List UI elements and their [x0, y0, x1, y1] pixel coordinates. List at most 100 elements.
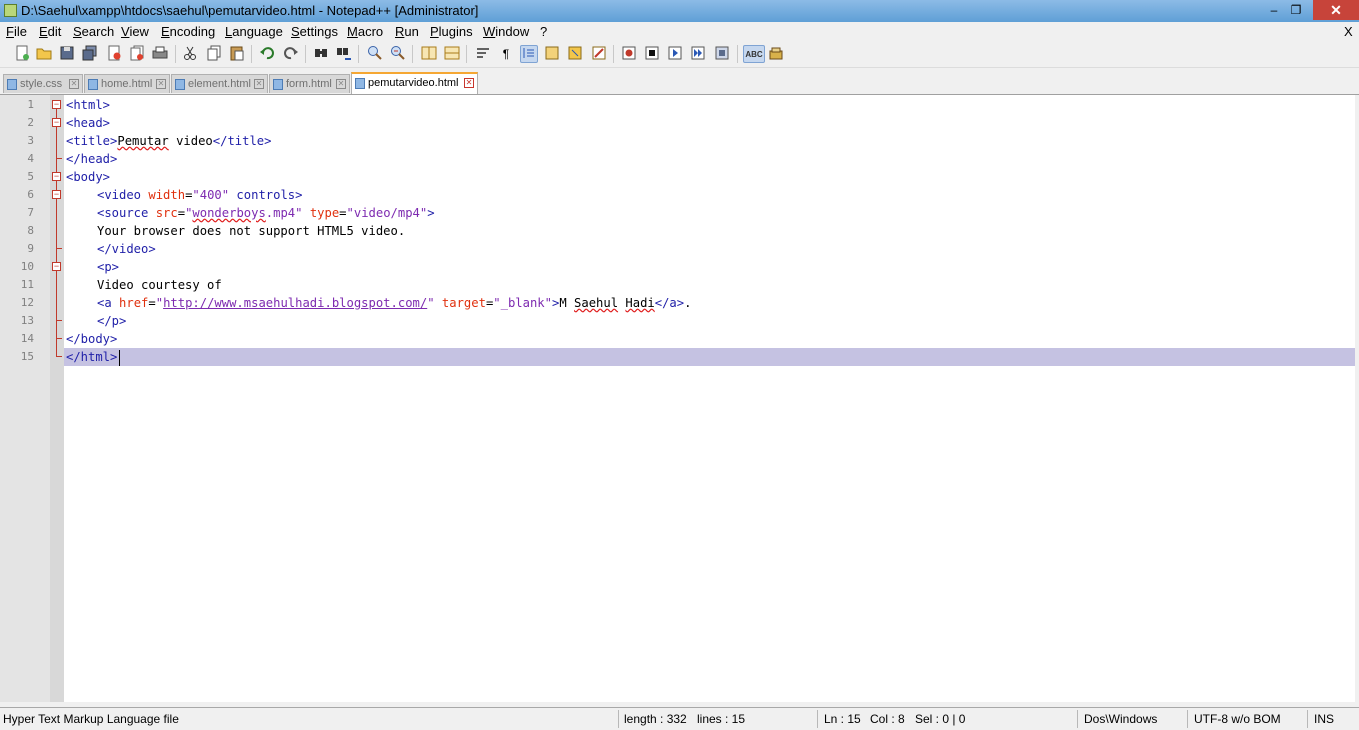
fold-minus-icon[interactable]: − — [52, 262, 61, 271]
close-icon[interactable] — [105, 45, 123, 63]
menu-help[interactable]: ? — [540, 24, 547, 39]
sync-horizontal-icon[interactable] — [443, 45, 461, 63]
line-number-gutter: 1 2 3 4 5 6 7 8 9 10 11 12 13 14 15 — [0, 95, 50, 702]
close-document-button[interactable]: X — [1344, 24, 1353, 39]
function-list-icon[interactable] — [566, 45, 584, 63]
tab-label: form.html — [286, 78, 332, 90]
tab-style-css[interactable]: style.css ✕ — [3, 74, 83, 93]
tab-element-html[interactable]: element.html ✕ — [171, 74, 268, 93]
file-icon — [88, 79, 98, 90]
menu-macro[interactable]: Macro — [347, 24, 383, 39]
code-line: <title>Pemutar video</title> — [66, 134, 272, 148]
code-line: <a href="http://www.msaehulhadi.blogspot… — [97, 296, 692, 310]
menu-encoding[interactable]: Encoding — [161, 24, 215, 39]
tab-label: style.css — [20, 78, 63, 90]
status-file-type: Hyper Text Markup Language file — [3, 712, 179, 726]
status-insert-mode[interactable]: INS — [1314, 712, 1334, 726]
code-line: <video width="400" controls> — [97, 188, 303, 202]
document-tab-bar: style.css ✕ home.html ✕ element.html ✕ f… — [0, 72, 1359, 95]
fold-minus-icon[interactable]: − — [52, 100, 61, 109]
zoom-in-icon[interactable] — [366, 45, 384, 63]
status-selection: Sel : 0 | 0 — [915, 712, 966, 726]
save-all-icon[interactable] — [81, 45, 99, 63]
save-icon[interactable] — [58, 45, 76, 63]
tab-pemutarvideo-html[interactable]: pemutarvideo.html ✕ — [351, 72, 478, 94]
spell-check-icon[interactable]: ABC — [743, 45, 765, 63]
stop-record-icon[interactable] — [643, 45, 661, 63]
undo-icon[interactable] — [258, 45, 276, 63]
file-icon — [175, 79, 185, 90]
maximize-button[interactable]: ❐ — [1282, 0, 1310, 20]
tab-close-icon[interactable]: ✕ — [156, 79, 166, 89]
tab-form-html[interactable]: form.html ✕ — [269, 74, 350, 93]
file-icon — [7, 79, 17, 90]
toolbar: ¶ ABC — [0, 41, 1359, 68]
tab-close-icon[interactable]: ✕ — [464, 78, 474, 88]
title-bar: D:\Saehul\xampp\htdocs\saehul\pemutarvid… — [0, 0, 1359, 22]
tab-home-html[interactable]: home.html ✕ — [84, 74, 170, 93]
tab-close-icon[interactable]: ✕ — [69, 79, 79, 89]
doc-map-icon[interactable] — [543, 45, 561, 63]
menu-search[interactable]: Search — [73, 24, 114, 39]
editor[interactable]: 1 2 3 4 5 6 7 8 9 10 11 12 13 14 15 − − … — [0, 95, 1359, 702]
cut-icon[interactable] — [181, 45, 199, 63]
menu-plugins[interactable]: Plugins — [430, 24, 473, 39]
replace-icon[interactable] — [335, 45, 353, 63]
code-line: <p> — [97, 260, 120, 274]
menu-window[interactable]: Window — [483, 24, 529, 39]
show-all-chars-icon[interactable]: ¶ — [497, 45, 515, 63]
line-number: 3 — [27, 134, 34, 147]
close-window-button[interactable]: ✕ — [1313, 0, 1359, 20]
menu-view[interactable]: View — [121, 24, 149, 39]
open-file-icon[interactable] — [35, 45, 53, 63]
menu-file[interactable]: File — [6, 24, 27, 39]
menu-run[interactable]: Run — [395, 24, 419, 39]
zoom-out-icon[interactable] — [389, 45, 407, 63]
line-number: 15 — [20, 350, 34, 363]
play-macro-icon[interactable] — [666, 45, 684, 63]
line-number: 11 — [20, 278, 34, 291]
redo-icon[interactable] — [282, 45, 300, 63]
line-number: 13 — [20, 314, 34, 327]
status-line: Ln : 15 — [824, 712, 861, 726]
line-number: 1 — [27, 98, 34, 111]
save-macro-icon[interactable] — [713, 45, 731, 63]
status-eol-format[interactable]: Dos\Windows — [1084, 712, 1157, 726]
menu-edit[interactable]: Edit — [39, 24, 61, 39]
status-bar: Hyper Text Markup Language file length :… — [0, 707, 1359, 730]
find-icon[interactable] — [312, 45, 330, 63]
code-line: </p> — [97, 314, 127, 328]
indent-guide-icon[interactable] — [520, 45, 538, 63]
status-encoding[interactable]: UTF-8 w/o BOM — [1194, 712, 1281, 726]
print-icon[interactable] — [151, 45, 169, 63]
line-number: 12 — [20, 296, 34, 309]
line-number: 6 — [27, 188, 34, 201]
folder-workspace-icon[interactable] — [590, 45, 608, 63]
sync-vertical-icon[interactable] — [420, 45, 438, 63]
menu-settings[interactable]: Settings — [291, 24, 338, 39]
href-link[interactable]: http://www.msaehulhadi.blogspot.com/ — [163, 296, 427, 310]
word-wrap-icon[interactable] — [474, 45, 492, 63]
window-title: D:\Saehul\xampp\htdocs\saehul\pemutarvid… — [21, 3, 479, 18]
code-line: Your browser does not support HTML5 vide… — [97, 224, 406, 238]
tab-close-icon[interactable]: ✕ — [336, 79, 346, 89]
run-macro-multiple-icon[interactable] — [689, 45, 707, 63]
code-line: </head> — [66, 152, 118, 166]
plugin-icon[interactable] — [767, 45, 785, 63]
new-file-icon[interactable] — [13, 45, 31, 63]
close-all-icon[interactable] — [128, 45, 146, 63]
fold-minus-icon[interactable]: − — [52, 172, 61, 181]
notepadpp-app-icon[interactable] — [4, 4, 17, 17]
line-number: 9 — [27, 242, 34, 255]
status-lines: lines : 15 — [697, 712, 746, 726]
paste-icon[interactable] — [228, 45, 246, 63]
fold-minus-icon[interactable]: − — [52, 118, 61, 127]
line-number: 4 — [27, 152, 34, 165]
fold-minus-icon[interactable]: − — [52, 190, 61, 199]
tab-close-icon[interactable]: ✕ — [254, 79, 264, 89]
copy-icon[interactable] — [205, 45, 223, 63]
line-number: 8 — [27, 224, 34, 237]
menu-language[interactable]: Language — [225, 24, 283, 39]
status-length: length : 332 — [624, 712, 687, 726]
record-macro-icon[interactable] — [620, 45, 638, 63]
